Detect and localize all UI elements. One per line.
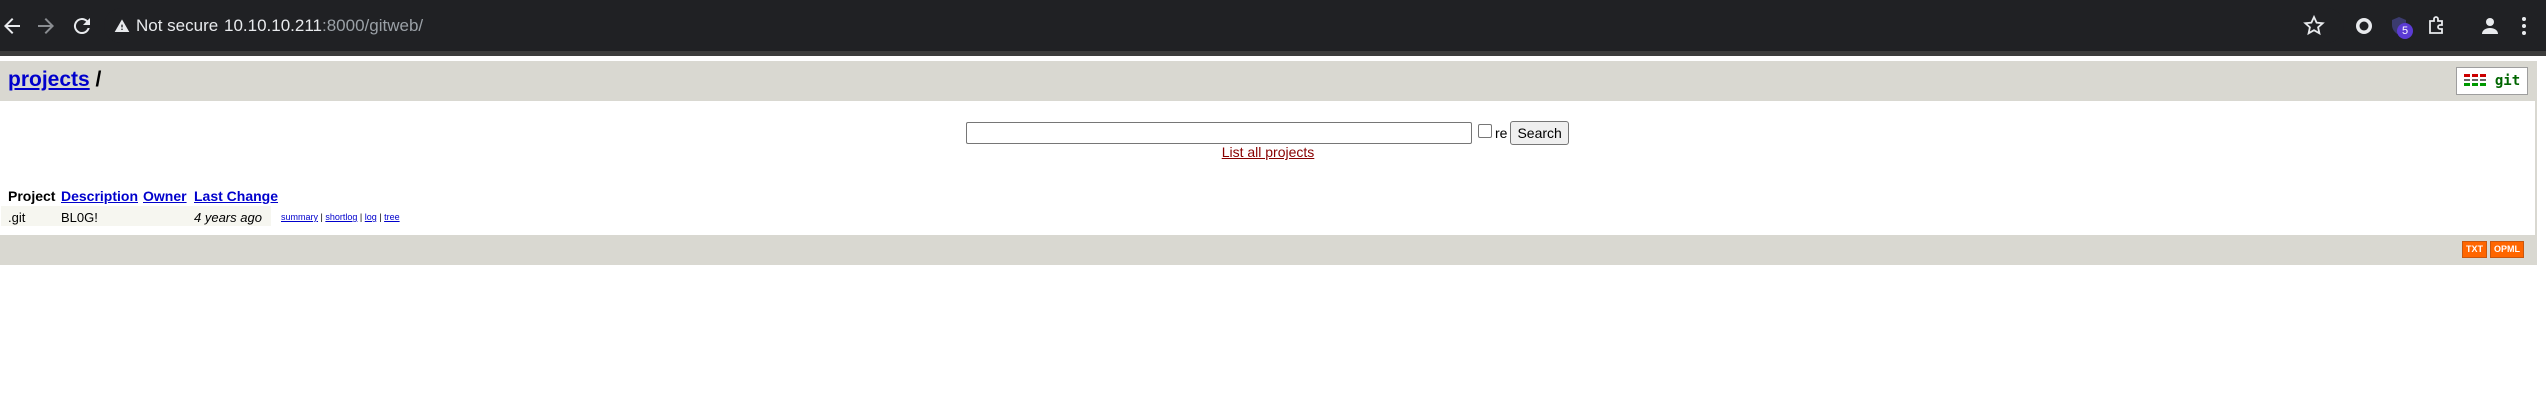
list-all-container: List all projects	[0, 144, 2536, 160]
browser-toolbar: Not secure 10.10.10.211:8000/gitweb/ 5	[0, 0, 2546, 51]
tree-link[interactable]: tree	[384, 212, 400, 222]
git-logo-text: git	[2494, 73, 2521, 89]
search-input[interactable]	[966, 122, 1472, 144]
last-change-sort-link[interactable]: Last Change	[194, 188, 278, 204]
git-logo[interactable]: git	[2456, 67, 2528, 95]
profile-icon[interactable]	[2478, 14, 2502, 38]
description-sort-link[interactable]: Description	[61, 188, 138, 204]
breadcrumb-separator: /	[95, 68, 102, 91]
url-text[interactable]: 10.10.10.211:8000/gitweb/	[224, 14, 423, 38]
menu-dots-icon[interactable]	[2512, 14, 2536, 38]
extension-circle-icon[interactable]	[2352, 14, 2376, 38]
security-indicator[interactable]: Not secure	[114, 14, 218, 38]
regex-checkbox[interactable]	[1478, 124, 1492, 138]
project-description-cell[interactable]: BL0G!	[61, 210, 98, 225]
back-arrow-icon[interactable]	[0, 14, 24, 38]
page-footer	[0, 235, 2536, 265]
list-all-projects-link[interactable]: List all projects	[1222, 144, 1315, 160]
url-host: 10.10.10.211	[224, 16, 322, 35]
page-header: projects /	[0, 61, 2537, 101]
last-change-cell: 4 years ago	[194, 210, 262, 225]
git-logo-icon	[2463, 72, 2490, 91]
projects-link[interactable]: projects	[8, 68, 90, 91]
txt-feed-button[interactable]: TXT	[2462, 241, 2487, 258]
column-header-project: Project	[8, 188, 56, 204]
opml-feed-button[interactable]: OPML	[2490, 241, 2524, 258]
search-button[interactable]: Search	[1510, 121, 1569, 145]
column-header-owner[interactable]: Owner	[143, 188, 187, 204]
toolbar-border	[0, 51, 2546, 56]
breadcrumb: projects /	[8, 68, 101, 92]
extensions-puzzle-icon[interactable]	[2425, 14, 2449, 38]
search-form: re Search	[966, 121, 1569, 145]
not-secure-label: Not secure	[136, 16, 219, 35]
url-path: :8000/gitweb/	[322, 16, 424, 35]
forward-arrow-icon[interactable]	[34, 14, 58, 38]
column-header-last-change[interactable]: Last Change	[194, 188, 278, 204]
project-links: summary | shortlog | log | tree	[281, 212, 400, 222]
bookmark-star-icon[interactable]	[2302, 14, 2326, 38]
shortlog-link[interactable]: shortlog	[325, 212, 357, 222]
owner-sort-link[interactable]: Owner	[143, 188, 187, 204]
reload-icon[interactable]	[70, 14, 94, 38]
extension-badge: 5	[2397, 23, 2413, 39]
project-name-cell[interactable]: .git	[8, 210, 25, 225]
address-bar[interactable]	[104, 8, 2344, 43]
regex-label: re	[1495, 125, 1508, 141]
warning-icon	[114, 18, 130, 34]
summary-link[interactable]: summary	[281, 212, 318, 222]
log-link[interactable]: log	[365, 212, 377, 222]
column-header-description[interactable]: Description	[61, 188, 138, 204]
